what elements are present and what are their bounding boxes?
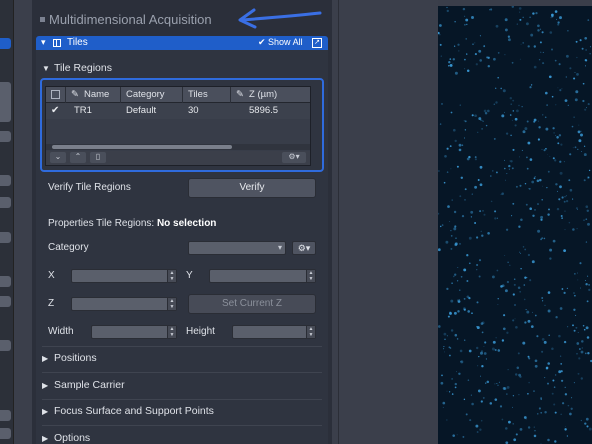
col-category[interactable]: Category bbox=[126, 89, 165, 100]
splitter[interactable] bbox=[338, 0, 339, 444]
show-all-toggle[interactable]: ✔ Show All bbox=[258, 37, 303, 48]
collapse-chevron-icon[interactable]: ▾ bbox=[41, 37, 46, 48]
app-root: Multidimensional Acquisition ▾ Tiles ✔ S… bbox=[0, 0, 592, 444]
verify-tile-regions-label: Verify Tile Regions bbox=[48, 182, 131, 193]
tiles-title: Tiles bbox=[67, 37, 88, 48]
section-sample-carrier[interactable]: ▶ Sample Carrier bbox=[42, 379, 125, 391]
properties-selection: No selection bbox=[156, 218, 217, 229]
expand-triangle-icon: ▶ bbox=[42, 407, 49, 416]
chevron-down-icon: ▾ bbox=[277, 243, 282, 252]
mda-title: Multidimensional Acquisition bbox=[49, 12, 212, 27]
category-gear-icon[interactable]: ⚙▾ bbox=[292, 241, 316, 255]
image-viewer[interactable] bbox=[438, 6, 592, 444]
fluorescence-image bbox=[438, 6, 592, 444]
cell-z: 5896.5 bbox=[249, 105, 279, 116]
set-current-z-button[interactable]: Set Current Z bbox=[188, 294, 316, 314]
expand-triangle-icon: ▶ bbox=[42, 434, 49, 443]
pencil-icon: ✎ bbox=[71, 89, 79, 100]
section-positions[interactable]: ▶ Positions bbox=[42, 352, 97, 364]
left-panel-button[interactable] bbox=[0, 82, 11, 122]
x-spinner-icon[interactable]: ▲ ▼ bbox=[167, 270, 176, 282]
z-label: Z bbox=[48, 298, 55, 309]
left-dropdown-button-3[interactable] bbox=[0, 296, 11, 307]
horizontal-scrollbar[interactable] bbox=[46, 144, 310, 150]
left-expand-icon[interactable] bbox=[0, 38, 11, 49]
section-tile-regions[interactable]: ▼ Tile Regions bbox=[42, 62, 112, 74]
height-spinner-icon[interactable]: ▲ ▼ bbox=[306, 326, 315, 338]
width-label: Width bbox=[48, 326, 74, 337]
expand-triangle-icon: ▶ bbox=[42, 354, 49, 363]
left-small-button[interactable] bbox=[0, 131, 11, 142]
table-row[interactable]: ✔ TR1 Default 30 5896.5 bbox=[46, 103, 310, 119]
table-options-gear-icon[interactable]: ⚙▾ bbox=[282, 152, 306, 163]
properties-label: Properties Tile Regions: No selection bbox=[48, 218, 217, 229]
col-name[interactable]: Name bbox=[84, 89, 109, 100]
collapse-triangle-icon: ▼ bbox=[42, 64, 50, 73]
left-field-button-3[interactable] bbox=[0, 340, 11, 351]
tiles-grid-icon bbox=[53, 39, 61, 47]
z-pencil-icon: ✎ bbox=[236, 89, 244, 100]
scrollbar-thumb[interactable] bbox=[52, 145, 232, 149]
verify-button[interactable]: Verify bbox=[188, 178, 316, 198]
table-header: ✎ Name Category Tiles ✎ Z (µm) bbox=[46, 87, 310, 103]
height-label: Height bbox=[186, 326, 215, 337]
category-label: Category bbox=[48, 242, 89, 253]
move-up-icon[interactable]: ⌃ bbox=[70, 152, 86, 163]
grip-icon[interactable] bbox=[40, 17, 45, 22]
left-dropdown-button-2[interactable] bbox=[0, 197, 11, 208]
left-field-button-2[interactable] bbox=[0, 276, 11, 287]
x-label: X bbox=[48, 270, 55, 281]
col-tiles[interactable]: Tiles bbox=[188, 89, 208, 100]
y-spinner-icon[interactable]: ▲ ▼ bbox=[306, 270, 315, 282]
y-label: Y bbox=[186, 270, 193, 281]
cell-category: Default bbox=[126, 105, 157, 116]
height-input[interactable]: ▲ ▼ bbox=[232, 325, 316, 339]
tiles-header-bar[interactable]: ▾ Tiles ✔ Show All ↗ bbox=[36, 36, 328, 50]
annotation-arrow-icon bbox=[238, 8, 322, 29]
cell-name: TR1 bbox=[74, 105, 92, 116]
left-tool-strip bbox=[0, 0, 14, 444]
section-focus-surface[interactable]: ▶ Focus Surface and Support Points bbox=[42, 405, 214, 417]
col-z[interactable]: Z (µm) bbox=[249, 89, 277, 100]
select-all-checkbox[interactable] bbox=[51, 90, 60, 99]
width-spinner-icon[interactable]: ▲ ▼ bbox=[167, 326, 176, 338]
left-field-button-4[interactable] bbox=[0, 410, 11, 421]
mda-panel: Multidimensional Acquisition ▾ Tiles ✔ S… bbox=[32, 0, 332, 444]
category-dropdown[interactable]: ▾ bbox=[188, 241, 286, 255]
y-input[interactable]: ▲ ▼ bbox=[209, 269, 316, 283]
expand-triangle-icon: ▶ bbox=[42, 381, 49, 390]
delete-icon[interactable]: ▯ bbox=[90, 152, 106, 163]
tile-regions-table: ✎ Name Category Tiles ✎ Z (µm) ✔ TR1 Def… bbox=[45, 86, 311, 166]
section-options[interactable]: ▶ Options bbox=[42, 432, 90, 444]
width-input[interactable]: ▲ ▼ bbox=[91, 325, 177, 339]
x-input[interactable]: ▲ ▼ bbox=[71, 269, 177, 283]
row-checkbox[interactable]: ✔ bbox=[51, 105, 59, 116]
move-down-icon[interactable]: ⌄ bbox=[50, 152, 66, 163]
z-input[interactable]: ▲ ▼ bbox=[71, 297, 177, 311]
z-spinner-icon[interactable]: ▲ ▼ bbox=[167, 298, 176, 310]
table-toolbar: ⌄ ⌃ ▯ ⚙▾ bbox=[46, 151, 310, 165]
workspace-gap bbox=[332, 0, 438, 444]
cell-tiles: 30 bbox=[188, 105, 199, 116]
left-field-button-5[interactable] bbox=[0, 428, 11, 439]
left-gap bbox=[14, 0, 32, 444]
left-field-button[interactable] bbox=[0, 232, 11, 243]
left-dropdown-button[interactable] bbox=[0, 175, 11, 186]
tiles-panel-body: ▼ Tile Regions ✎ Name Category Tiles ✎ Z … bbox=[36, 50, 328, 444]
expand-icon[interactable]: ↗ bbox=[312, 38, 322, 48]
